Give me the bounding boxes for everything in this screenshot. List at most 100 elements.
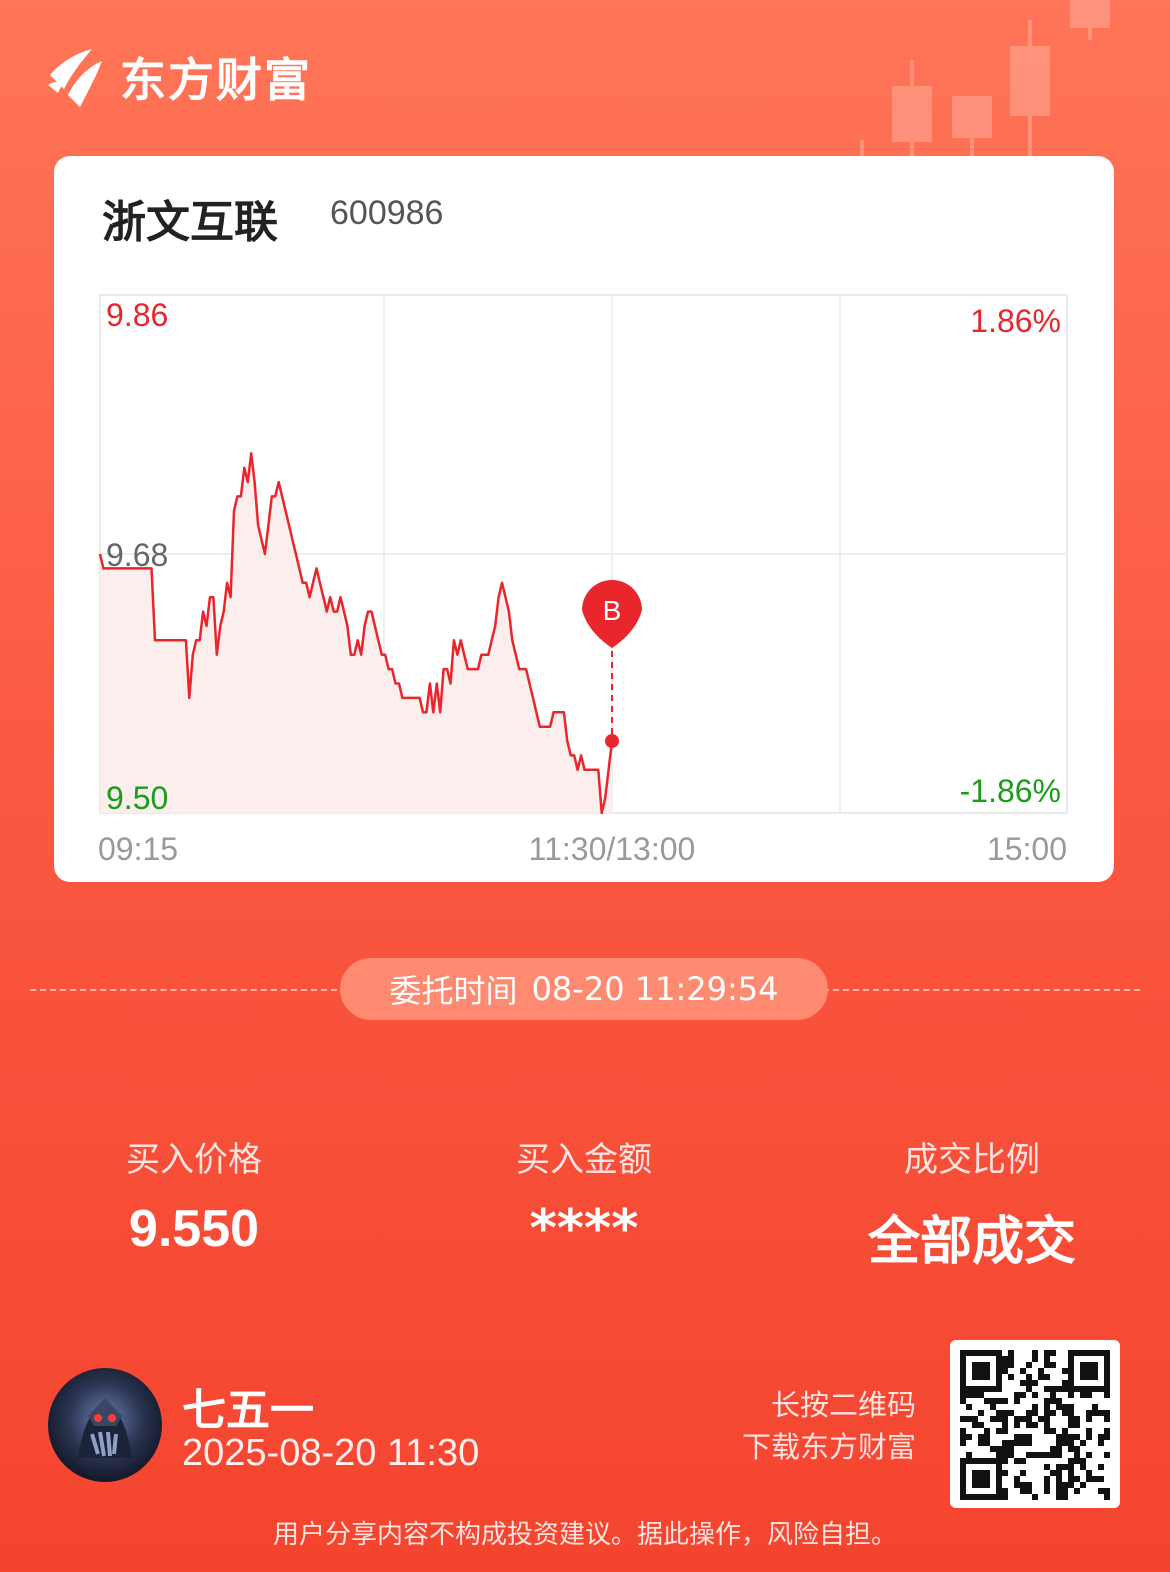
qr-module — [984, 1362, 990, 1368]
qr-module — [1032, 1422, 1038, 1428]
qr-module — [1092, 1404, 1098, 1410]
qr-module — [1056, 1446, 1062, 1452]
qr-module — [984, 1434, 990, 1440]
qr-module — [990, 1404, 996, 1410]
qr-module — [1056, 1470, 1062, 1476]
order-time-pill: 委托时间 08-20 11:29:54 — [340, 958, 828, 1020]
qr-module — [1086, 1374, 1092, 1380]
qr-module — [1014, 1458, 1020, 1464]
qr-module — [1020, 1380, 1026, 1386]
qr-module — [1026, 1452, 1032, 1458]
qr-module — [1074, 1476, 1080, 1482]
qr-module — [1020, 1416, 1026, 1422]
qr-module — [984, 1374, 990, 1380]
qr-module — [1080, 1374, 1086, 1380]
qr-module — [1020, 1368, 1026, 1374]
qr-module — [990, 1458, 996, 1464]
qr-module — [972, 1374, 978, 1380]
qr-module — [1038, 1368, 1044, 1374]
qr-module — [996, 1410, 1002, 1416]
qr-module — [1104, 1392, 1110, 1398]
qr-module — [972, 1482, 978, 1488]
stat-buy-amount: 买入金额 **** — [434, 1132, 734, 1259]
qr-module — [1098, 1464, 1104, 1470]
qr-module — [1086, 1410, 1092, 1416]
qr-module — [1086, 1452, 1092, 1458]
qr-module — [972, 1494, 978, 1500]
qr-module — [1008, 1410, 1014, 1416]
qr-module — [1068, 1482, 1074, 1488]
qr-module — [960, 1350, 966, 1356]
qr-module — [1104, 1410, 1110, 1416]
qr-module — [1098, 1350, 1104, 1356]
qr-module — [1002, 1422, 1008, 1428]
pct-label-bottom: -1.86% — [960, 773, 1061, 809]
x-label-end: 15:00 — [987, 831, 1067, 867]
qr-module — [1104, 1356, 1110, 1362]
qr-module — [960, 1392, 966, 1398]
qr-module — [1068, 1470, 1074, 1476]
qr-module — [960, 1470, 966, 1476]
qr-module — [1032, 1350, 1038, 1356]
qr-module — [1056, 1464, 1062, 1470]
qr-module — [960, 1416, 966, 1422]
qr-code[interactable] — [950, 1340, 1120, 1508]
qr-module — [1086, 1476, 1092, 1482]
qr-module — [1062, 1482, 1068, 1488]
qr-module — [1044, 1482, 1050, 1488]
qr-module — [984, 1428, 990, 1434]
qr-module — [1026, 1386, 1032, 1392]
qr-module — [960, 1434, 966, 1440]
qr-module — [996, 1488, 1002, 1494]
qr-module — [1026, 1488, 1032, 1494]
qr-module — [1086, 1362, 1092, 1368]
qr-module — [1080, 1392, 1086, 1398]
qr-module — [1014, 1476, 1020, 1482]
qr-module — [990, 1386, 996, 1392]
qr-module — [972, 1458, 978, 1464]
qr-module — [966, 1350, 972, 1356]
qr-module — [1074, 1416, 1080, 1422]
qr-module — [1056, 1488, 1062, 1494]
qr-module — [984, 1476, 990, 1482]
qr-module — [960, 1458, 966, 1464]
intraday-chart: B 9.86 9.68 9.50 1.86% -1.86% 09:15 11:3… — [98, 294, 1068, 867]
qr-module — [1008, 1446, 1014, 1452]
qr-module — [1092, 1476, 1098, 1482]
qr-module — [984, 1398, 990, 1404]
user-avatar[interactable] — [48, 1368, 162, 1482]
qr-module — [1020, 1434, 1026, 1440]
qr-module — [978, 1494, 984, 1500]
qr-module — [1068, 1422, 1074, 1428]
qr-module — [978, 1476, 984, 1482]
pct-label-top: 1.86% — [970, 303, 1061, 339]
qr-module — [1026, 1482, 1032, 1488]
qr-module — [1044, 1356, 1050, 1362]
y-label-bottom: 9.50 — [106, 780, 168, 816]
qr-module — [1026, 1434, 1032, 1440]
qr-module — [1056, 1476, 1062, 1482]
buy-marker-pin[interactable]: B — [582, 580, 642, 648]
qr-module — [1044, 1404, 1050, 1410]
qr-module — [1026, 1416, 1032, 1422]
qr-module — [960, 1374, 966, 1380]
qr-module — [978, 1470, 984, 1476]
qr-module — [1008, 1440, 1014, 1446]
qr-hint-line2: 下载东方财富 — [741, 1430, 916, 1464]
qr-module — [1068, 1434, 1074, 1440]
qr-module — [1104, 1374, 1110, 1380]
disclaimer: 用户分享内容不构成投资建议。据此操作，风险自担。 — [272, 1520, 897, 1550]
qr-module — [960, 1440, 966, 1446]
qr-module — [996, 1494, 1002, 1500]
qr-module — [1014, 1422, 1020, 1428]
qr-module — [1056, 1494, 1062, 1500]
qr-module — [1032, 1410, 1038, 1416]
qr-module — [1032, 1404, 1038, 1410]
qr-module — [1026, 1410, 1032, 1416]
qr-module — [1002, 1488, 1008, 1494]
buy-marker-dot — [605, 734, 619, 749]
qr-module — [966, 1452, 972, 1458]
qr-hint-line1: 长按二维码 — [770, 1388, 916, 1422]
qr-module — [1074, 1422, 1080, 1428]
stat-value: **** — [529, 1199, 639, 1259]
